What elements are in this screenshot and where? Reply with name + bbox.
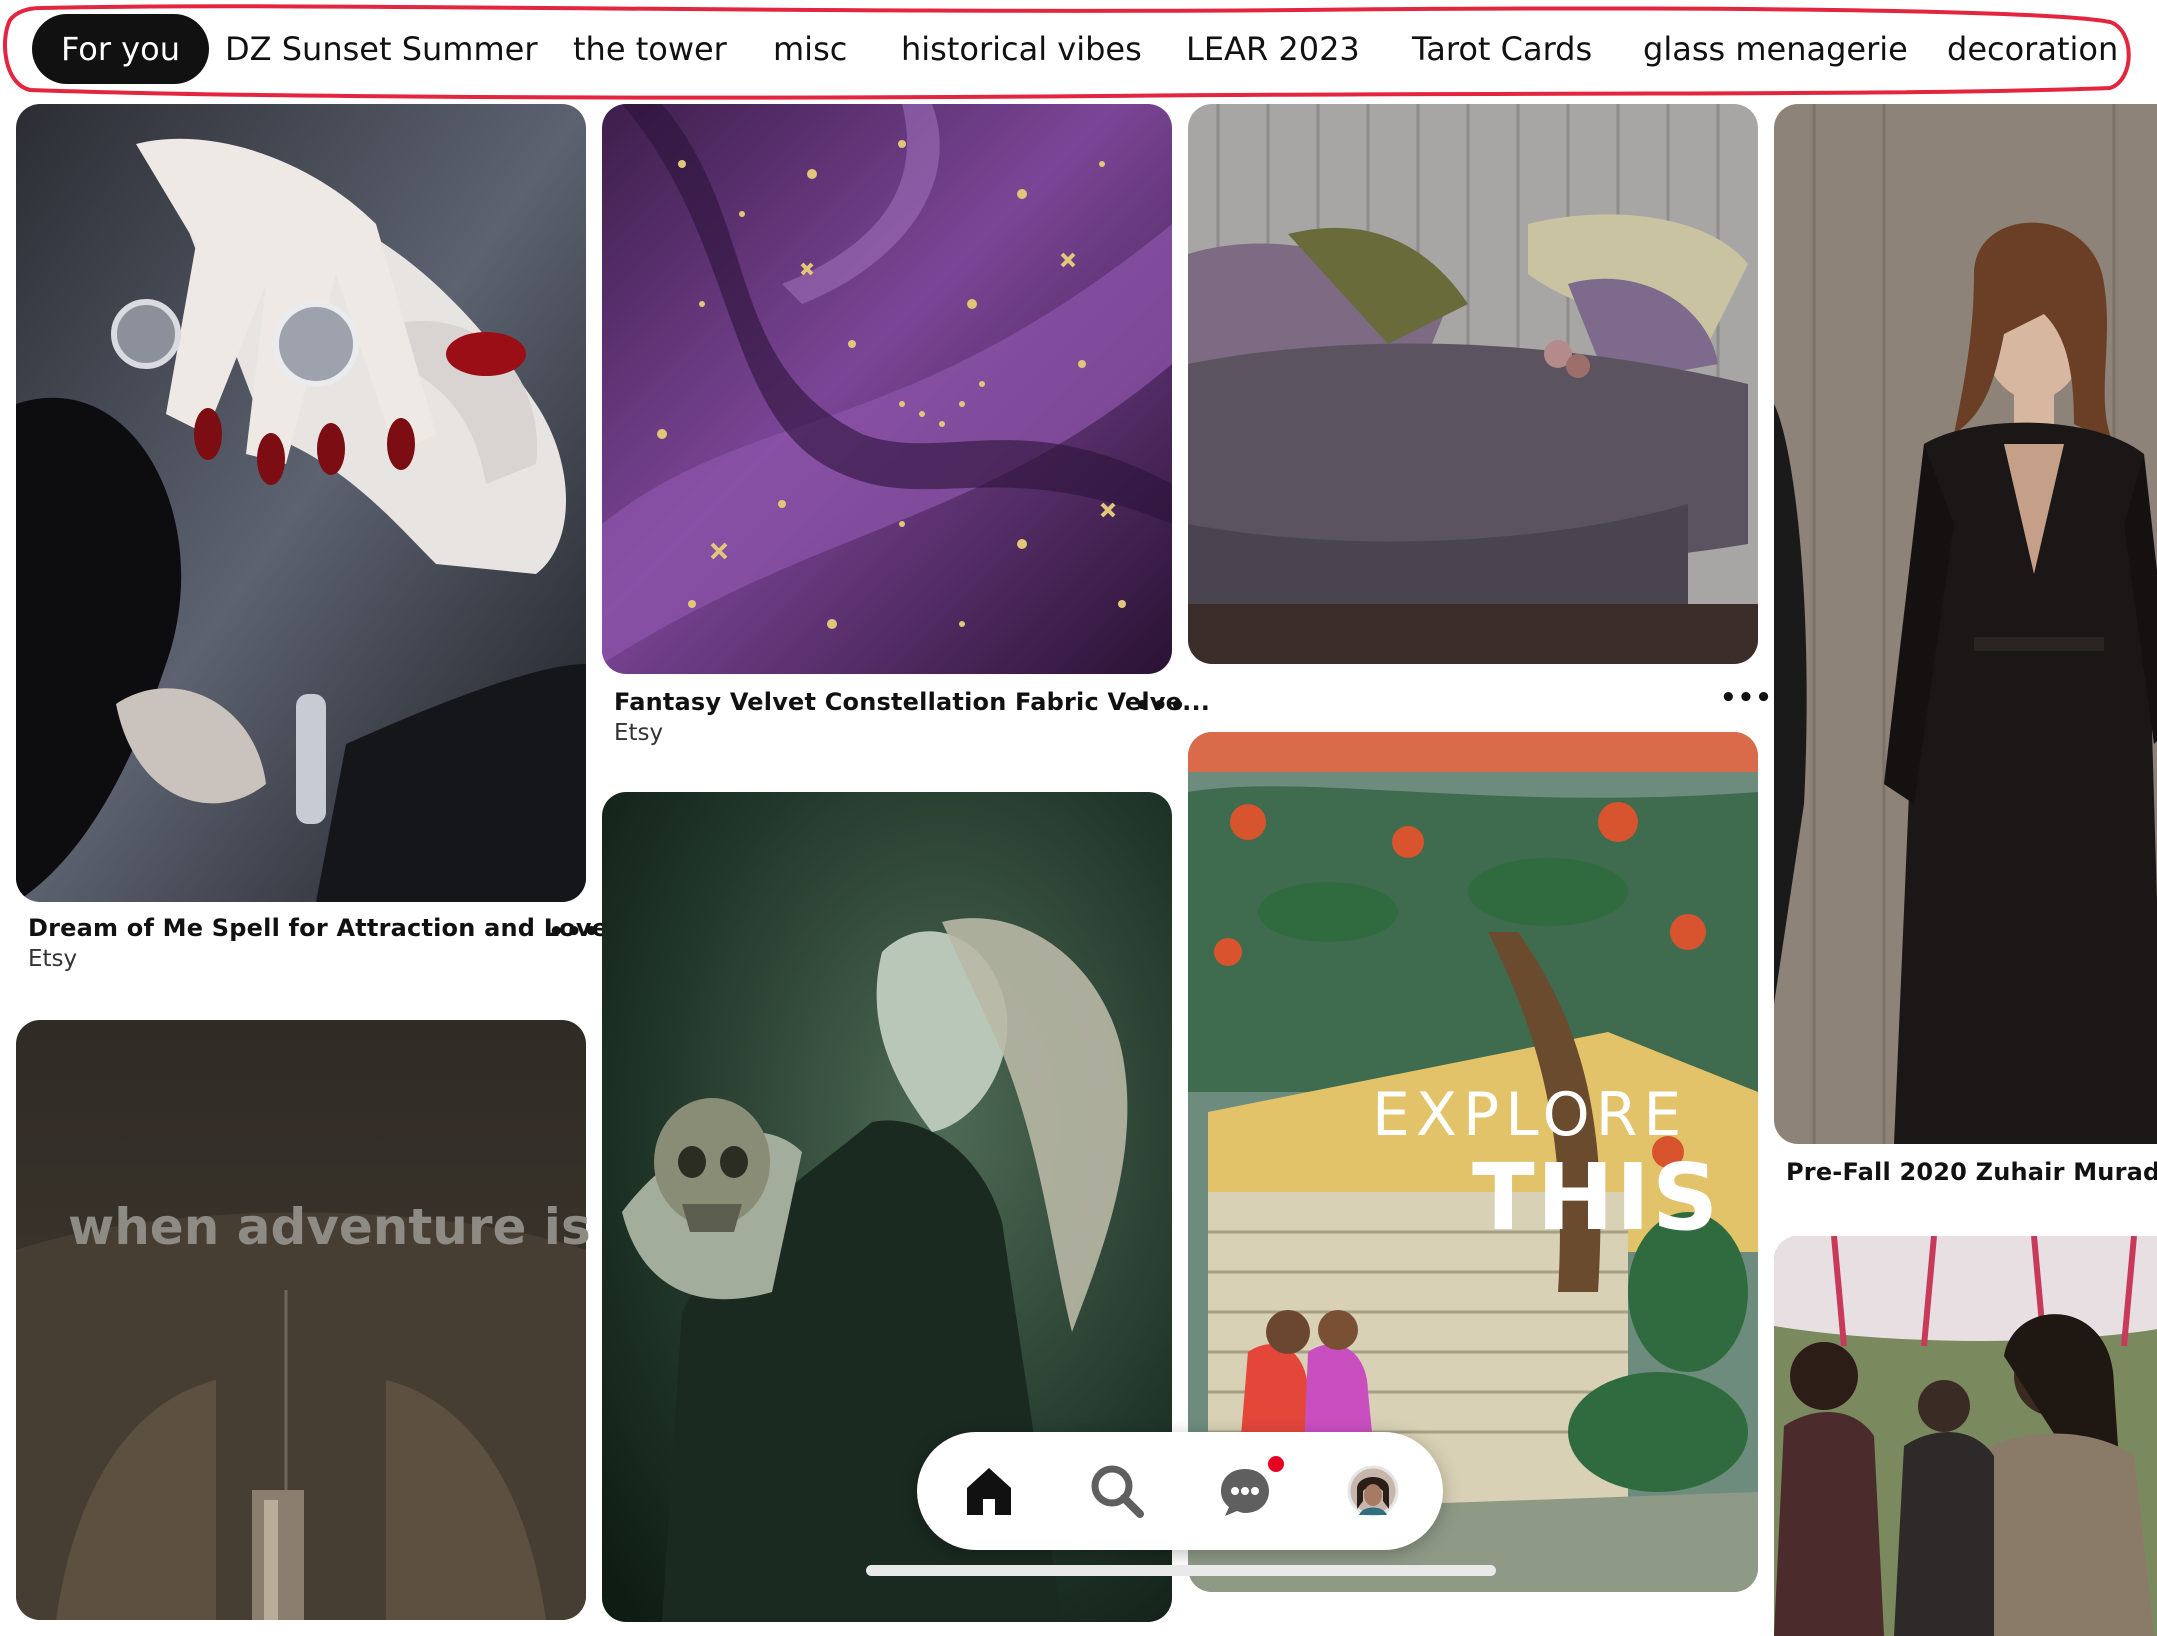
video-overlay-line1: EXPLORE [1372,1080,1688,1150]
pin-adventure-video[interactable]: when adventure is [16,1020,591,1620]
pin-image[interactable] [602,104,1172,674]
more-options-icon[interactable]: ••• [1134,693,1187,719]
tab-dz-sunset-summer[interactable]: DZ Sunset Summer [225,14,537,84]
pin-title: Fantasy Velvet Constellation Fabric Velv… [614,688,1211,716]
pin-velvet-fabric[interactable]: Fantasy Velvet Constellation Fabric Velv… [602,104,1210,754]
pin-zuhair-murad[interactable]: Pre-Fall 2020 Zuhair Murad [1774,104,2157,1194]
pin-source: Etsy [614,720,664,746]
tab-lear-2023[interactable]: LEAR 2023 [1186,14,1360,84]
pin-bedroom[interactable]: ••• [1188,104,1772,711]
tab-glass-menagerie[interactable]: glass menagerie [1643,14,1908,84]
more-options-icon[interactable]: ••• [1720,685,1773,711]
pin-image[interactable] [1774,1236,2157,1636]
pin-dream-spell[interactable]: Dream of Me Spell for Attraction and Lov… [16,104,608,984]
search-icon[interactable] [1087,1461,1147,1521]
video-overlay-text: when adventure is [68,1198,591,1256]
messages-icon[interactable] [1215,1461,1275,1521]
pin-title: Pre-Fall 2020 Zuhair Murad [1786,1158,2157,1186]
pin-image[interactable] [1188,104,1758,664]
board-tab-bar: For you DZ Sunset Summer the tower misc … [0,0,2157,100]
tab-decoration[interactable]: decoration [1947,14,2118,84]
tab-misc[interactable]: misc [773,14,847,84]
pin-title: Dream of Me Spell for Attraction and Lov… [28,914,609,942]
more-options-icon[interactable]: ••• [548,919,601,945]
profile-avatar[interactable] [1343,1461,1403,1521]
tab-tarot-cards[interactable]: Tarot Cards [1412,14,1592,84]
pin-image[interactable] [16,104,586,902]
pin-image[interactable] [16,1020,586,1620]
pin-party-photo[interactable] [1774,1236,2157,1636]
video-overlay-line2: THIS [1472,1144,1721,1251]
tab-for-you[interactable]: For you [32,14,209,84]
pin-image[interactable] [1774,104,2157,1144]
home-indicator [866,1565,1496,1576]
pin-source: Etsy [28,946,78,972]
home-icon[interactable] [959,1461,1019,1521]
notification-dot [1268,1456,1284,1472]
bottom-navigation-bar [917,1432,1443,1550]
tab-the-tower[interactable]: the tower [573,14,727,84]
tab-historical-vibes[interactable]: historical vibes [901,14,1142,84]
